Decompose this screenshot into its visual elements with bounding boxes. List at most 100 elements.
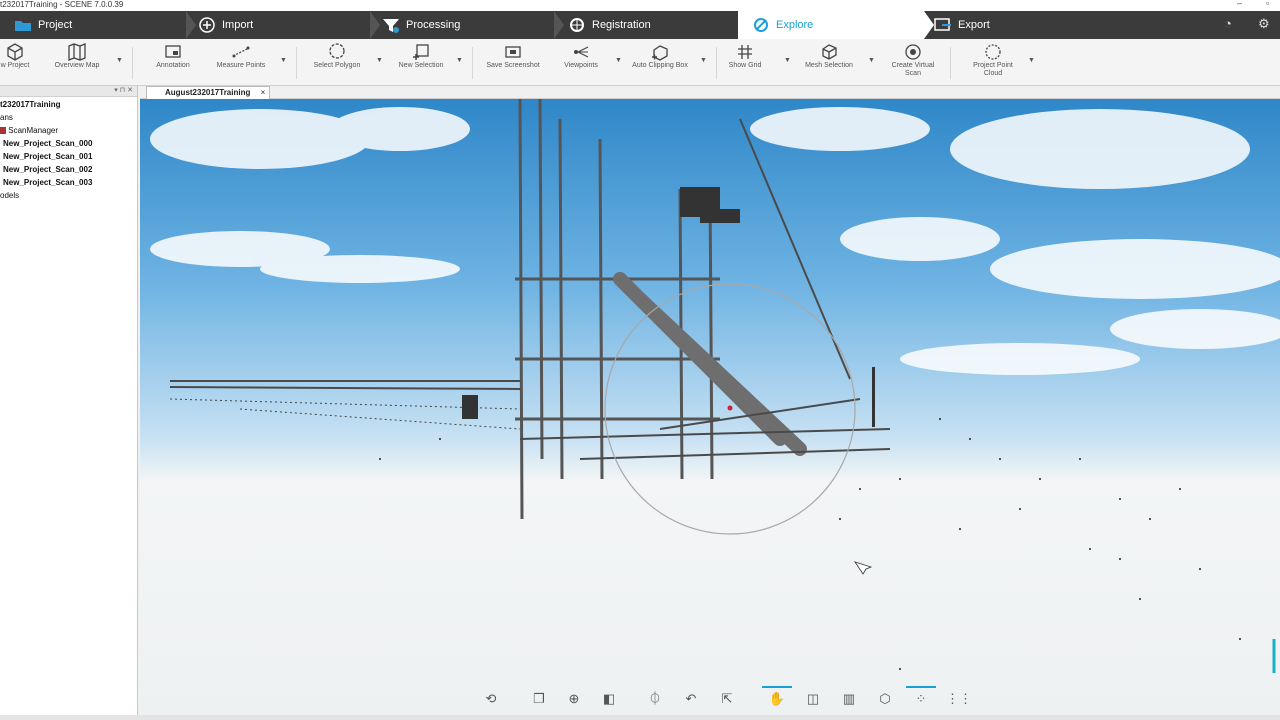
tab-registration[interactable]: Registration: [568, 11, 738, 39]
virtual-scan-icon: [905, 44, 921, 60]
tab-export[interactable]: Export: [934, 11, 1106, 39]
hand-icon[interactable]: ✋: [762, 686, 792, 710]
tree-item-scanmanager[interactable]: ScanManager: [0, 126, 58, 135]
create-virtual-scan-label: Create Virtual Scan: [891, 62, 935, 77]
chevron-down-icon[interactable]: ▼: [615, 57, 622, 64]
mouse-cursor: [854, 561, 873, 575]
scanmanager-icon: [0, 127, 6, 135]
new-project-button[interactable]: w Project: [0, 42, 30, 84]
chevron-down-icon[interactable]: ▼: [456, 57, 463, 64]
show-grid-label: Show Grid: [728, 62, 762, 69]
pie-chart-icon[interactable]: ◔: [1224, 16, 1232, 31]
workflow-divider: [186, 11, 196, 39]
tree-item-scan[interactable]: New_Project_Scan_002: [3, 165, 92, 174]
chevron-down-icon[interactable]: ▼: [700, 57, 707, 64]
annotation-button[interactable]: Annotation: [150, 42, 196, 84]
auto-clipping-box-label: Auto Clipping Box: [632, 62, 688, 69]
chevron-down-icon[interactable]: ▼: [784, 57, 791, 64]
explore-icon: [752, 17, 770, 33]
pin-icon[interactable]: ⊓: [120, 87, 125, 94]
folder-icon: [14, 17, 32, 33]
cube-icon: [7, 43, 23, 61]
overview-map-button[interactable]: Overview Map: [50, 42, 104, 84]
select-polygon-label: Select Polygon: [313, 62, 361, 69]
close-icon[interactable]: ✕: [127, 87, 133, 94]
tab-export-label: Export: [958, 19, 990, 31]
new-project-label: w Project: [0, 62, 30, 69]
chevron-down-icon[interactable]: ▼: [376, 57, 383, 64]
window-title: t232017Training - SCENE 7.0.0.39: [0, 0, 124, 9]
mesh-selection-button[interactable]: Mesh Selection: [800, 42, 858, 84]
annotation-icon: [165, 45, 181, 58]
tab-project[interactable]: Project: [14, 11, 186, 39]
fit-icon[interactable]: ⇱: [716, 688, 738, 710]
gear-icon[interactable]: ⚙: [1258, 16, 1270, 32]
reset-view-icon[interactable]: ↶: [680, 688, 702, 710]
registration-icon: [568, 17, 586, 33]
select-polygon-button[interactable]: Select Polygon: [310, 42, 364, 84]
export-icon: [934, 17, 952, 33]
maximize-icon[interactable]: ▫: [1266, 0, 1269, 8]
close-icon[interactable]: ×: [261, 88, 266, 97]
tree-item-scan[interactable]: New_Project_Scan_000: [3, 139, 92, 148]
grid-icon: [738, 45, 752, 59]
title-bar: t232017Training - SCENE 7.0.0.39 ‒ ▫: [0, 0, 1280, 11]
mesh-icon: [822, 44, 837, 60]
view-cube-icon[interactable]: ◧: [598, 688, 620, 710]
show-grid-button[interactable]: Show Grid: [724, 42, 766, 84]
tree-item-scan[interactable]: New_Project_Scan_001: [3, 152, 92, 161]
3d-viewport[interactable]: [140, 99, 1280, 715]
orbit-icon[interactable]: ⟲: [480, 688, 502, 710]
chevron-down-icon[interactable]: ▼: [1028, 57, 1035, 64]
viewpoints-button[interactable]: Viewpoints: [560, 42, 602, 84]
structure-tree-panel: ▾ ⊓ ✕ t232017Training ans ScanManager Ne…: [0, 86, 138, 720]
chevron-down-icon[interactable]: ▼: [116, 57, 123, 64]
create-virtual-scan-button[interactable]: Create Virtual Scan: [884, 42, 942, 84]
status-bar: [0, 715, 1280, 720]
toolbar-separator: [950, 47, 951, 79]
tab-document[interactable]: August232017Training ×: [146, 86, 271, 99]
chevron-down-icon[interactable]: ▾: [114, 87, 118, 94]
toolbar-separator: [472, 47, 473, 79]
minimize-icon[interactable]: ‒: [1237, 0, 1242, 8]
grid-menu-icon[interactable]: ⋮⋮: [946, 688, 972, 710]
auto-clipping-box-button[interactable]: Auto Clipping Box: [628, 42, 692, 84]
save-screenshot-button[interactable]: Save Screenshot: [484, 42, 542, 84]
tab-explore[interactable]: Explore: [738, 11, 924, 39]
tree-item-label: ScanManager: [8, 126, 59, 135]
slice-icon[interactable]: ▥: [838, 688, 860, 710]
tab-processing[interactable]: Processing: [382, 11, 554, 39]
center-icon[interactable]: ⏀: [644, 688, 666, 710]
chevron-down-icon[interactable]: ▼: [280, 57, 287, 64]
new-selection-label: New Selection: [398, 62, 444, 69]
workflow-divider: [554, 11, 564, 39]
chevron-down-icon[interactable]: ▼: [868, 57, 875, 64]
scattered-points: [379, 418, 1241, 670]
box-icon[interactable]: ⬡: [874, 688, 896, 710]
new-selection-button[interactable]: New Selection: [394, 42, 448, 84]
camera-icon: [505, 46, 521, 58]
tree-item-scans[interactable]: ans: [0, 113, 13, 122]
tab-import[interactable]: Import: [198, 11, 370, 39]
map-icon: [68, 43, 86, 61]
measure-points-button[interactable]: Measure Points: [212, 42, 270, 84]
document-tab-strip: August232017Training ×: [140, 86, 1280, 99]
annotation-label: Annotation: [156, 62, 190, 69]
tree-item-models[interactable]: odels: [0, 191, 19, 200]
walk-icon[interactable]: ❐: [528, 688, 550, 710]
mirror-icon[interactable]: ◫: [802, 688, 824, 710]
points-icon[interactable]: ⁘: [906, 686, 936, 710]
workflow-divider: [370, 11, 380, 39]
tab-registration-label: Registration: [592, 19, 651, 31]
project-point-cloud-button[interactable]: Project Point Cloud: [964, 42, 1022, 84]
overview-map-label: Overview Map: [54, 62, 100, 69]
viewpoints-icon: [574, 46, 589, 58]
zoom-icon[interactable]: ⊕: [563, 688, 585, 710]
orbit-center: [727, 405, 733, 411]
toolbar-separator: [132, 47, 133, 79]
tab-processing-label: Processing: [406, 19, 461, 31]
import-icon: [198, 17, 216, 33]
tree-item-scan[interactable]: New_Project_Scan_003: [3, 178, 92, 187]
funnel-icon: [382, 17, 400, 33]
tree-item-project[interactable]: t232017Training: [0, 100, 60, 109]
